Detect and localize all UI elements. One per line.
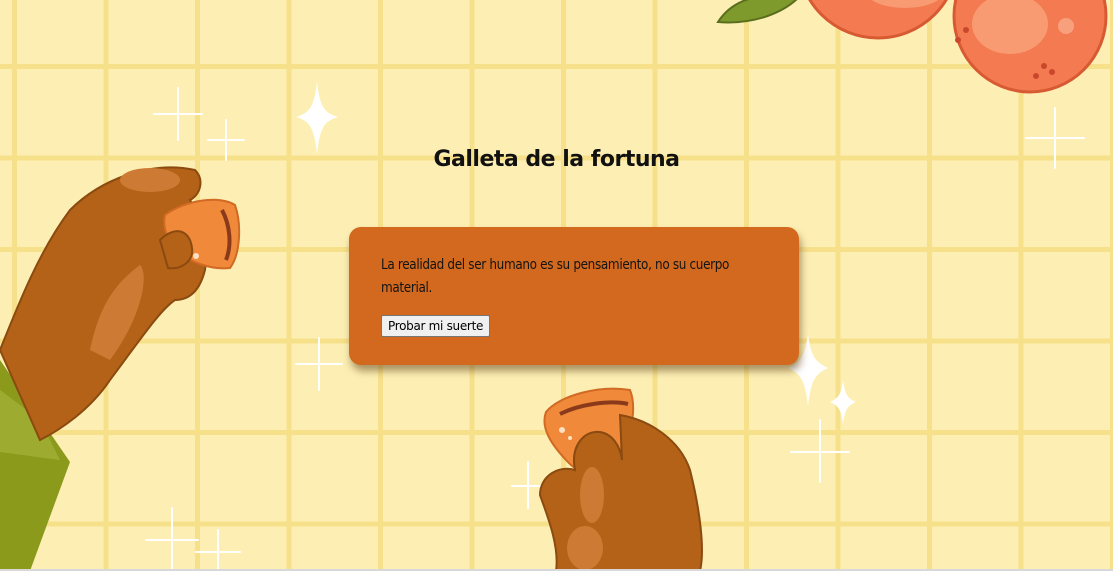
orange-left [808,0,948,40]
leaf-icon [716,0,798,24]
sparkle-icon [830,380,856,424]
fortune-card: La realidad del ser humano es su pensami… [349,227,799,365]
try-luck-button[interactable]: Probar mi suerte [381,315,491,337]
oranges-illustration [716,0,1108,94]
bottom-hand-illustration [538,387,703,571]
sparkle-icon [296,82,338,154]
left-hand-illustration [0,166,241,571]
page-title: Galleta de la fortuna [433,147,680,172]
fortune-message: La realidad del ser humano es su pensami… [381,257,730,296]
